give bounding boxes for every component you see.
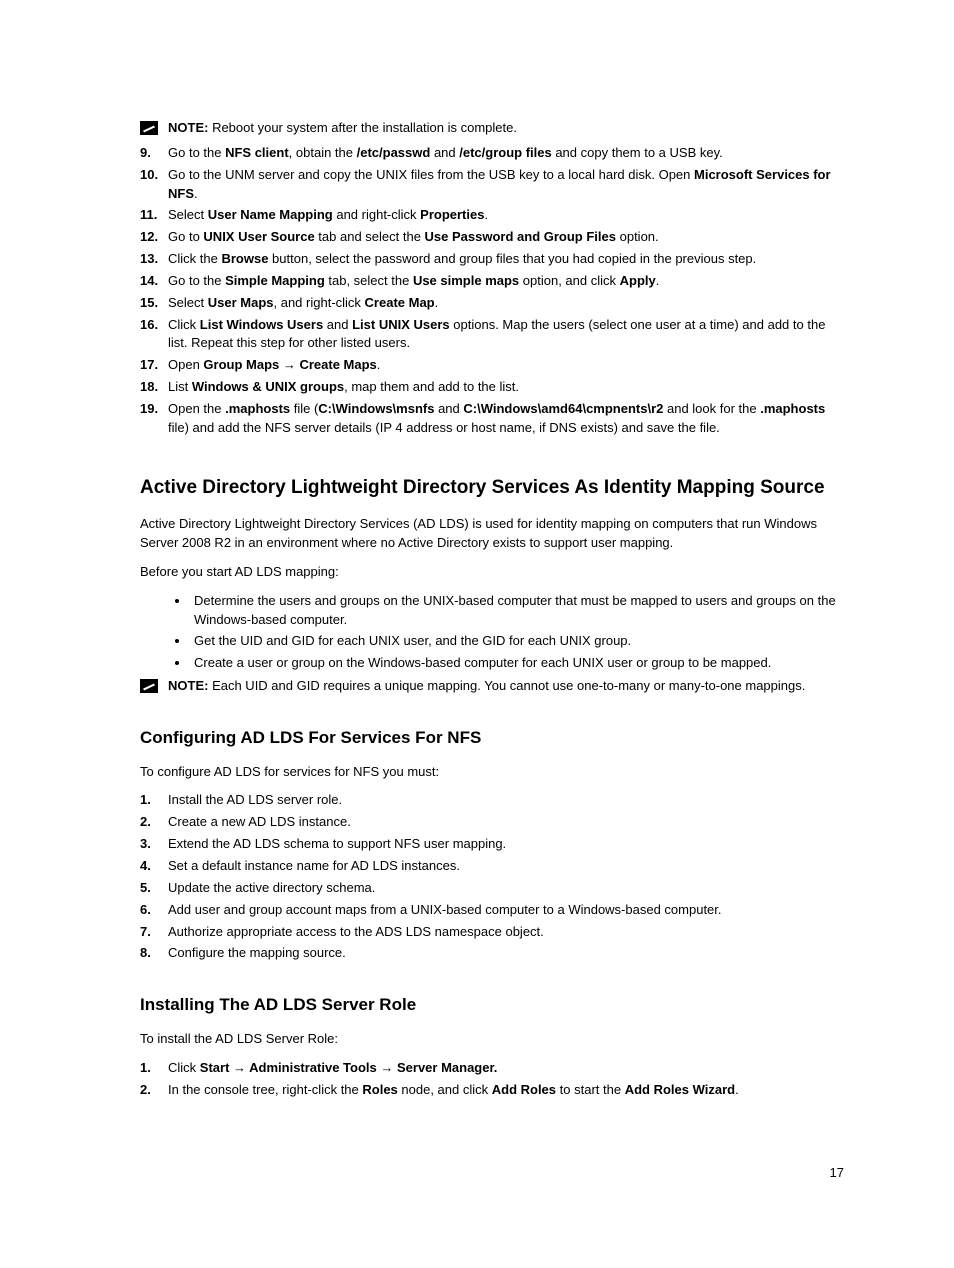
step-number: 1. (140, 1059, 168, 1078)
note-icon (140, 679, 158, 693)
bullet-list: Determine the users and groups on the UN… (140, 592, 844, 673)
step-text: Click Start → Administrative Tools → Ser… (168, 1059, 844, 1078)
step-number: 15. (140, 294, 168, 313)
step-number: 19. (140, 400, 168, 438)
step-number: 9. (140, 144, 168, 163)
list-item: 3.Extend the AD LDS schema to support NF… (140, 835, 844, 854)
step-number: 8. (140, 944, 168, 963)
heading-configuring: Configuring AD LDS For Services For NFS (140, 726, 844, 751)
list-item: 17.Open Group Maps → Create Maps. (140, 356, 844, 375)
note-icon (140, 121, 158, 135)
list-item: 16.Click List Windows Users and List UNI… (140, 316, 844, 354)
step-text: Select User Name Mapping and right-click… (168, 206, 844, 225)
note-text: NOTE: Reboot your system after the insta… (168, 119, 517, 138)
step-text: Select User Maps, and right-click Create… (168, 294, 844, 313)
note-uid-gid: NOTE: Each UID and GID requires a unique… (140, 677, 844, 696)
step-number: 10. (140, 166, 168, 204)
step-number: 4. (140, 857, 168, 876)
list-item: 7.Authorize appropriate access to the AD… (140, 923, 844, 942)
step-text: Open Group Maps → Create Maps. (168, 356, 844, 375)
step-text: Configure the mapping source. (168, 944, 844, 963)
list-item: 2.Create a new AD LDS instance. (140, 813, 844, 832)
step-text: Open the .maphosts file (C:\Windows\msnf… (168, 400, 844, 438)
step-number: 18. (140, 378, 168, 397)
step-number: 14. (140, 272, 168, 291)
step-number: 7. (140, 923, 168, 942)
step-text: Update the active directory schema. (168, 879, 844, 898)
heading-adlds: Active Directory Lightweight Directory S… (140, 474, 844, 502)
step-text: Click the Browse button, select the pass… (168, 250, 844, 269)
paragraph: To configure AD LDS for services for NFS… (140, 763, 844, 782)
step-text: List Windows & UNIX groups, map them and… (168, 378, 844, 397)
list-item: 18.List Windows & UNIX groups, map them … (140, 378, 844, 397)
list-item: 1.Click Start → Administrative Tools → S… (140, 1059, 844, 1078)
list-item: 6.Add user and group account maps from a… (140, 901, 844, 920)
heading-installing: Installing The AD LDS Server Role (140, 993, 844, 1018)
list-item: 19.Open the .maphosts file (C:\Windows\m… (140, 400, 844, 438)
step-text: Click List Windows Users and List UNIX U… (168, 316, 844, 354)
step-text: Install the AD LDS server role. (168, 791, 844, 810)
step-number: 16. (140, 316, 168, 354)
note-label: NOTE: (168, 120, 208, 135)
list-item: 10.Go to the UNM server and copy the UNI… (140, 166, 844, 204)
step-number: 2. (140, 1081, 168, 1100)
step-text: Go to the UNM server and copy the UNIX f… (168, 166, 844, 204)
list-item: 14.Go to the Simple Mapping tab, select … (140, 272, 844, 291)
step-text: Add user and group account maps from a U… (168, 901, 844, 920)
list-item: 5.Update the active directory schema. (140, 879, 844, 898)
numbered-steps-top: 9.Go to the NFS client, obtain the /etc/… (140, 144, 844, 438)
note-reboot: NOTE: Reboot your system after the insta… (140, 119, 844, 138)
list-item: 11.Select User Name Mapping and right-cl… (140, 206, 844, 225)
list-item: 12.Go to UNIX User Source tab and select… (140, 228, 844, 247)
step-text: Create a new AD LDS instance. (168, 813, 844, 832)
step-number: 12. (140, 228, 168, 247)
step-number: 5. (140, 879, 168, 898)
list-item: 1.Install the AD LDS server role. (140, 791, 844, 810)
step-text: Go to UNIX User Source tab and select th… (168, 228, 844, 247)
numbered-steps-conf: 1.Install the AD LDS server role.2.Creat… (140, 791, 844, 963)
step-text: Authorize appropriate access to the ADS … (168, 923, 844, 942)
step-number: 1. (140, 791, 168, 810)
bullet-item: Create a user or group on the Windows-ba… (190, 654, 844, 673)
step-text: Go to the Simple Mapping tab, select the… (168, 272, 844, 291)
step-number: 6. (140, 901, 168, 920)
paragraph: To install the AD LDS Server Role: (140, 1030, 844, 1049)
step-text: Extend the AD LDS schema to support NFS … (168, 835, 844, 854)
step-number: 13. (140, 250, 168, 269)
list-item: 2.In the console tree, right-click the R… (140, 1081, 844, 1100)
list-item: 15.Select User Maps, and right-click Cre… (140, 294, 844, 313)
paragraph: Before you start AD LDS mapping: (140, 563, 844, 582)
step-text: Set a default instance name for AD LDS i… (168, 857, 844, 876)
list-item: 4.Set a default instance name for AD LDS… (140, 857, 844, 876)
note-body: Reboot your system after the installatio… (208, 120, 517, 135)
step-text: Go to the NFS client, obtain the /etc/pa… (168, 144, 844, 163)
list-item: 9.Go to the NFS client, obtain the /etc/… (140, 144, 844, 163)
step-number: 2. (140, 813, 168, 832)
page-number: 17 (830, 1164, 844, 1183)
note-body: Each UID and GID requires a unique mappi… (208, 678, 805, 693)
step-text: In the console tree, right-click the Rol… (168, 1081, 844, 1100)
bullet-item: Get the UID and GID for each UNIX user, … (190, 632, 844, 651)
paragraph: Active Directory Lightweight Directory S… (140, 515, 844, 553)
step-number: 11. (140, 206, 168, 225)
step-number: 17. (140, 356, 168, 375)
note-text: NOTE: Each UID and GID requires a unique… (168, 677, 805, 696)
list-item: 13.Click the Browse button, select the p… (140, 250, 844, 269)
document-page: NOTE: Reboot your system after the insta… (0, 0, 954, 1268)
note-label: NOTE: (168, 678, 208, 693)
list-item: 8.Configure the mapping source. (140, 944, 844, 963)
numbered-steps-install: 1.Click Start → Administrative Tools → S… (140, 1059, 844, 1100)
step-number: 3. (140, 835, 168, 854)
bullet-item: Determine the users and groups on the UN… (190, 592, 844, 630)
